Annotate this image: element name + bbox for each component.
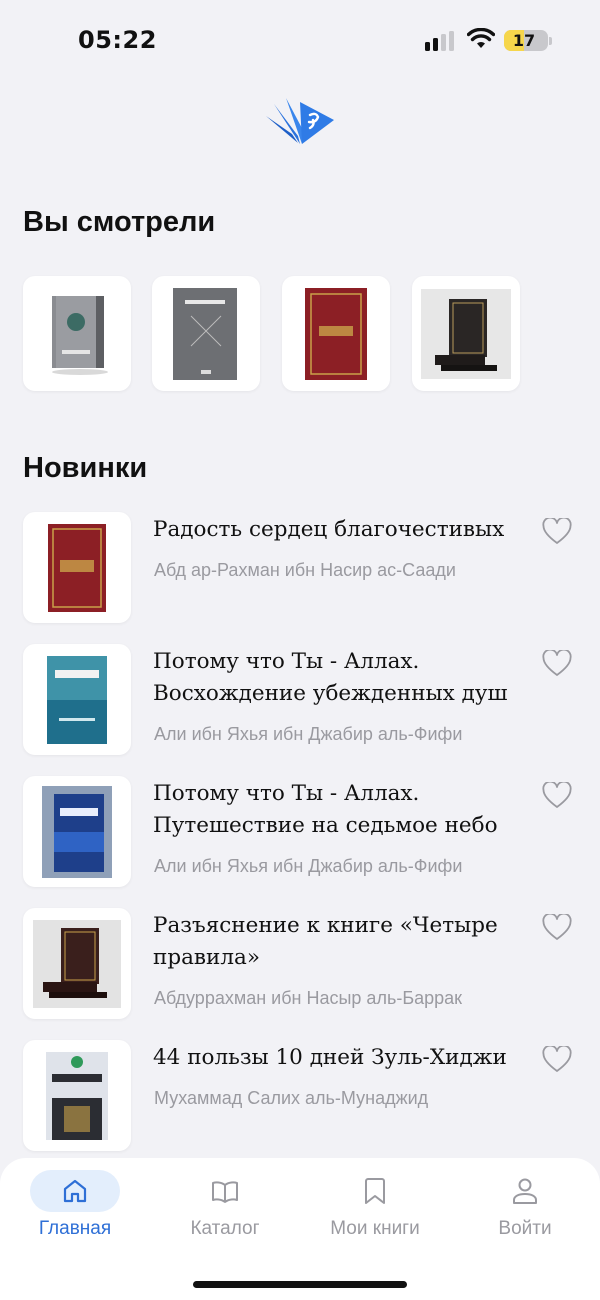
book-title: Разъяснение к книге «Четыре правила» — [153, 913, 498, 970]
book-author: Абдуррахман ибн Насыр аль-Баррак — [154, 988, 463, 1008]
favorite-heart-icon[interactable] — [542, 518, 572, 545]
book-author: Али ибн Яхья ибн Джабир аль-Фифи — [154, 724, 463, 744]
viewed-book-card[interactable] — [152, 276, 260, 391]
book-open-icon — [212, 1181, 238, 1203]
tab-label: Войти — [498, 1218, 552, 1239]
tab-label: Главная — [38, 1218, 112, 1239]
book-cover — [23, 776, 131, 887]
tab-login[interactable]: Войти — [450, 1170, 600, 1260]
list-item[interactable]: Радость сердец благочестивых Абд ар-Рахм… — [0, 512, 600, 632]
book-cover-image — [48, 523, 106, 612]
book-cover-image — [173, 287, 237, 380]
wifi-icon — [467, 28, 495, 48]
book-cover — [23, 644, 131, 755]
tab-my-books[interactable]: Мои книги — [300, 1170, 450, 1260]
battery-indicator: 17 — [504, 30, 548, 51]
app-logo — [266, 98, 334, 144]
favorite-heart-icon[interactable] — [542, 1046, 572, 1073]
book-author: Абд ар-Рахман ибн Насир ас-Саади — [154, 560, 456, 580]
list-item[interactable]: Потому что Ты - Аллах. Путешествие на се… — [0, 776, 600, 896]
user-icon — [513, 1178, 537, 1204]
book-cover — [23, 908, 131, 1019]
book-cover-image — [46, 1051, 108, 1140]
book-cover-image — [42, 785, 112, 878]
favorite-heart-icon[interactable] — [542, 650, 572, 677]
status-bar: 05:22 17 — [0, 0, 600, 80]
tab-home[interactable]: Главная — [0, 1170, 150, 1260]
list-item[interactable]: 44 пользы 10 дней Зуль-Хиджи Мухаммад Са… — [0, 1040, 600, 1160]
book-title: Потому что Ты - Аллах. Путешествие на се… — [153, 781, 498, 838]
book-title: Потому что Ты - Аллах. Восхождение убежд… — [153, 649, 508, 706]
new-books-section-title: Новинки — [23, 452, 148, 484]
book-author: Али ибн Яхья ибн Джабир аль-Фифи — [154, 856, 463, 876]
viewed-section-title: Вы смотрели — [23, 206, 216, 238]
book-title: 44 пользы 10 дней Зуль-Хиджи — [153, 1045, 507, 1070]
favorite-heart-icon[interactable] — [542, 782, 572, 809]
favorite-heart-icon[interactable] — [542, 914, 572, 941]
book-cover-image — [305, 287, 367, 380]
book-cover — [23, 512, 131, 623]
list-item[interactable]: Потому что Ты - Аллах. Восхождение убежд… — [0, 644, 600, 764]
bookmark-icon — [365, 1178, 385, 1204]
home-indicator — [193, 1281, 407, 1288]
tab-catalog[interactable]: Каталог — [150, 1170, 300, 1260]
list-item[interactable]: Разъяснение к книге «Четыре правила» Абд… — [0, 908, 600, 1028]
viewed-book-card[interactable] — [412, 276, 520, 391]
tab-label: Мои книги — [330, 1218, 420, 1239]
book-cover — [23, 1040, 131, 1151]
bottom-tab-bar: Главная Каталог Мои книги Войти — [0, 1158, 600, 1300]
book-cover-image — [47, 655, 107, 744]
viewed-book-card[interactable] — [282, 276, 390, 391]
viewed-book-card[interactable] — [23, 276, 131, 391]
book-cover-image — [33, 919, 121, 1008]
book-cover-image — [421, 288, 511, 379]
status-time: 05:22 — [78, 26, 157, 54]
home-icon — [63, 1179, 87, 1203]
tab-label: Каталог — [190, 1218, 260, 1239]
book-cover-image — [52, 295, 108, 375]
battery-level: 17 — [512, 31, 536, 50]
book-author: Мухаммад Салих аль-Мунаджид — [154, 1088, 429, 1108]
battery-cap — [549, 37, 552, 45]
viewed-books-row — [23, 276, 583, 392]
book-title: Радость сердец благочестивых — [153, 517, 505, 542]
cellular-signal-icon — [425, 31, 454, 51]
